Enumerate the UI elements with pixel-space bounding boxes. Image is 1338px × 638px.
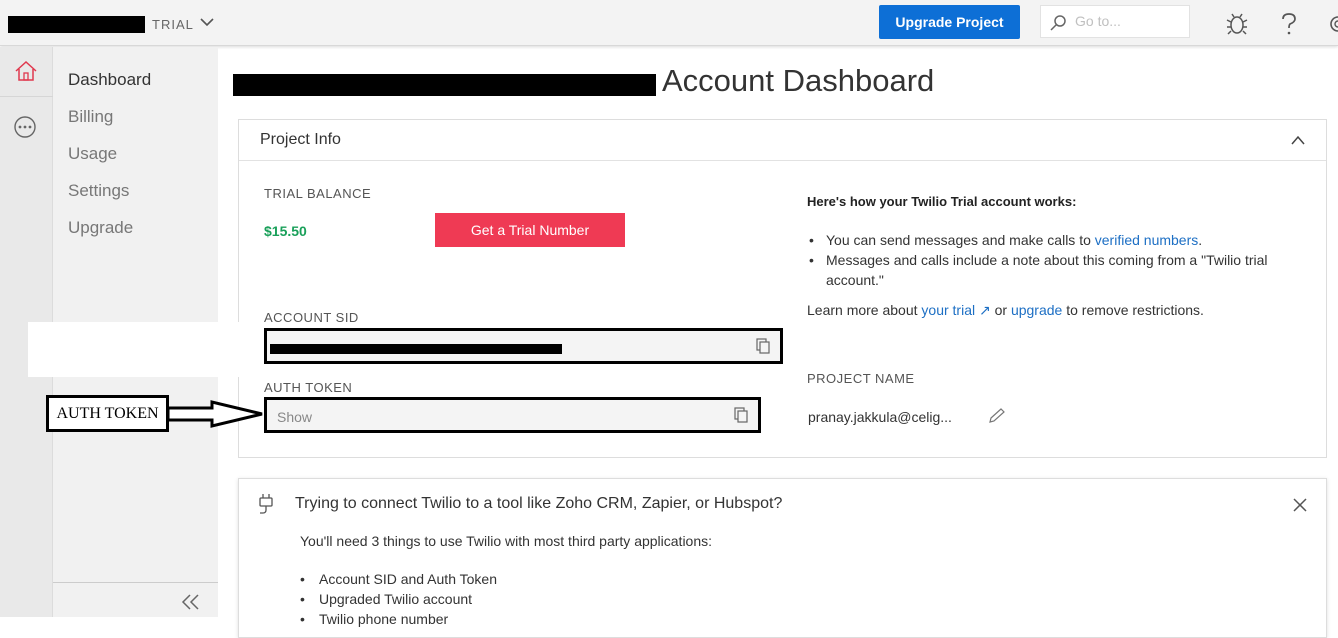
rail-home-item[interactable] [0,47,53,97]
list-item: Twilio phone number [300,609,497,629]
project-name-label: PROJECT NAME [807,371,915,386]
upgrade-link[interactable]: upgrade [1011,302,1062,318]
your-trial-link[interactable]: your trial ↗ [921,302,990,318]
edit-pencil-icon[interactable] [988,408,1006,424]
copy-icon[interactable] [734,407,748,423]
trial-info-list: You can send messages and make calls to … [807,230,1287,290]
list-item: You can send messages and make calls to … [807,230,1287,250]
get-trial-number-button[interactable]: Get a Trial Number [435,213,625,247]
account-sid-field[interactable] [264,328,783,364]
integration-card-subtitle: You'll need 3 things to use Twilio with … [300,533,713,549]
integration-requirements-list: Account SID and Auth Token Upgraded Twil… [300,569,497,629]
gear-icon[interactable] [1326,12,1338,36]
more-icon [14,116,36,138]
sidebar-item-usage[interactable]: Usage [68,144,117,164]
account-sid-label: ACCOUNT SID [264,310,359,325]
project-name-value: pranay.jakkula@celig... [808,409,952,425]
verified-numbers-link[interactable]: verified numbers [1095,232,1199,248]
help-icon[interactable] [1280,12,1298,36]
auth-token-show-link[interactable]: Show [277,409,312,425]
chevron-up-icon[interactable] [1290,134,1306,146]
account-sid-redacted [270,344,562,354]
trial-label[interactable]: TRIAL [152,17,194,32]
sidebar-item-dashboard[interactable]: Dashboard [68,70,151,90]
list-item: Account SID and Auth Token [300,569,497,589]
redaction-patch [28,322,246,377]
project-info-header[interactable]: Project Info [239,120,1326,161]
learn-more-text: Learn more about your trial ↗ or upgrade… [807,302,1204,318]
goto-search[interactable] [1040,5,1190,38]
sidebar-item-billing[interactable]: Billing [68,107,113,127]
integration-help-card: Trying to connect Twilio to a tool like … [238,478,1327,638]
bug-icon[interactable] [1226,12,1248,36]
auth-token-annotation-label: AUTH TOKEN [46,395,169,432]
auth-token-field[interactable]: Show [264,397,761,433]
search-input[interactable] [1075,13,1185,29]
trial-info-heading: Here's how your Twilio Trial account wor… [807,194,1077,209]
trial-balance-value: $15.50 [264,223,307,239]
top-bar: TRIAL Upgrade Project [0,0,1338,46]
sidebar-item-settings[interactable]: Settings [68,181,129,201]
upgrade-project-button[interactable]: Upgrade Project [879,5,1020,39]
list-item: Messages and calls include a note about … [807,250,1287,290]
copy-icon[interactable] [756,338,770,354]
collapse-sidebar-icon[interactable] [181,593,201,611]
nav-divider [53,582,218,583]
list-item: Upgraded Twilio account [300,589,497,609]
project-info-card: Project Info TRIAL BALANCE $15.50 Get a … [238,119,1327,458]
search-icon [1050,15,1066,31]
account-email-redacted [233,74,656,96]
annotation-arrow-icon [168,400,263,428]
auth-token-label: AUTH TOKEN [264,380,353,395]
page-title: Account Dashboard [662,63,935,98]
integration-card-title: Trying to connect Twilio to a tool like … [295,495,783,512]
plug-icon [259,494,273,514]
account-name-redacted[interactable] [8,16,145,33]
close-icon[interactable] [1292,497,1308,513]
sidebar-item-upgrade[interactable]: Upgrade [68,218,133,238]
home-icon [15,60,37,81]
chevron-down-icon[interactable] [199,14,215,30]
trial-balance-label: TRIAL BALANCE [264,186,372,201]
project-info-heading: Project Info [260,131,341,148]
